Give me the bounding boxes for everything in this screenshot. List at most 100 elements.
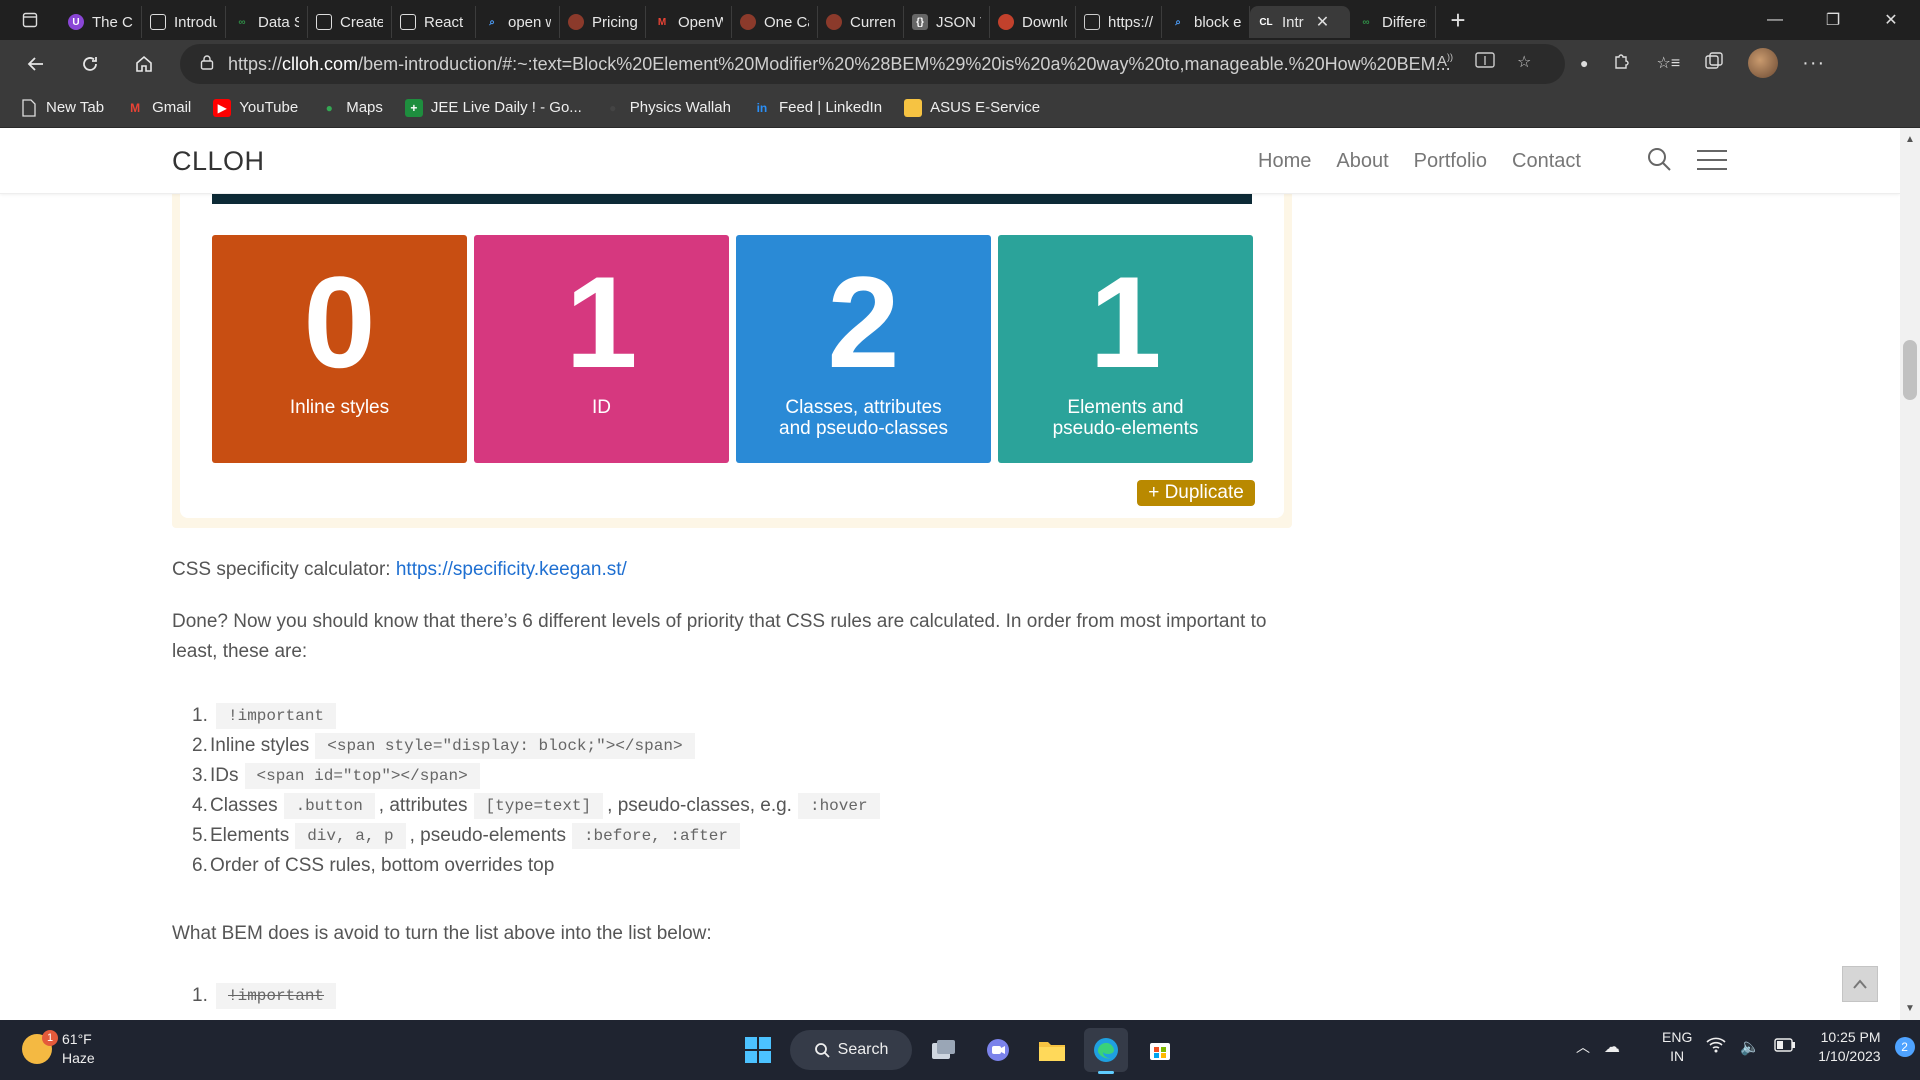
favorites-icon[interactable]: ☆≡ [1656,53,1680,73]
file-explorer-icon[interactable] [1030,1028,1074,1072]
bookmark-item[interactable]: ● Maps [320,99,383,117]
url-field[interactable]: https://clloh.com/bem-introduction/#:~:t… [180,44,1565,84]
duplicate-button[interactable]: + Duplicate [1137,480,1255,506]
list-item: 1. !important [192,981,340,1011]
taskbar-search-label: Search [837,1041,889,1058]
nav-home[interactable]: Home [1258,150,1311,173]
browser-tab[interactable]: ∞ Differen [1350,6,1436,38]
scroll-down-arrow-icon[interactable]: ▼ [1905,1003,1915,1014]
linkedin-icon: in [756,100,768,115]
microsoft-store-icon[interactable] [1138,1028,1182,1072]
bookmark-item[interactable]: New Tab [20,98,104,117]
page-scrollbar[interactable]: ▲ ▼ [1900,128,1920,1020]
start-icon[interactable] [736,1028,780,1072]
browser-tab[interactable]: Create a [308,6,392,38]
notification-badge[interactable]: 2 [1894,1037,1915,1057]
intro-paragraph: Done? Now you should know that there’s 6… [172,611,1267,662]
tab-actions-icon[interactable] [0,0,60,40]
specificity-value: 2 [827,249,900,395]
list-item: 4. Classes .button, attributes [type=text],… [192,791,884,821]
inline-code: !important [216,703,337,729]
onedrive-icon[interactable]: ☁ [1604,1037,1620,1057]
scroll-to-top-button[interactable] [1842,966,1878,1002]
add-favorite-icon[interactable]: ☆ [1517,52,1531,75]
language-indicator[interactable]: ENG IN [1662,1028,1692,1066]
browser-tab[interactable]: ⌕ open w [476,6,560,38]
specificity-label: Classes, attributes and pseudo-classes [746,397,981,439]
lock-icon[interactable] [200,54,214,75]
scrollbar-thumb[interactable] [1903,340,1917,400]
weather-badge: 1 [42,1030,58,1046]
browser-tab[interactable]: Downlo [990,6,1076,38]
browser-tab[interactable]: U The Con [60,6,142,38]
tab-label: Pricing [592,13,637,31]
hamburger-menu-icon[interactable] [1697,150,1727,177]
site-logo[interactable]: CLLOH [172,146,265,177]
weather-widget[interactable]: 1 61°F Haze [22,1030,95,1068]
wifi-icon[interactable] [1706,1037,1726,1058]
browser-tab[interactable]: {} JSON Vi [904,6,990,38]
bookmark-label: Physics Wallah [629,99,731,116]
immersive-reader-icon[interactable] [1475,52,1495,75]
task-view-icon[interactable] [922,1028,966,1072]
clock[interactable]: 10:25 PM 1/10/2023 [1818,1028,1880,1066]
battery-icon[interactable] [1774,1037,1796,1057]
bookmark-item[interactable]: ASUS E-Service [904,98,1041,117]
close-tab-icon[interactable]: ✕ [1316,12,1329,32]
bookmark-item[interactable]: in Feed | LinkedIn [753,99,882,117]
list-text: Classes [210,795,278,816]
browser-tab[interactable]: React - [392,6,476,38]
specificity-label-line: and pseudo-classes [779,418,948,439]
back-icon[interactable] [14,44,58,84]
inline-code: :before, :after [571,823,740,849]
browser-tab[interactable]: Pricing [560,6,646,38]
bookmark-item[interactable]: + JEE Live Daily ! - Go... [404,98,582,117]
nav-contact[interactable]: Contact [1512,150,1581,173]
collections-icon[interactable] [1704,51,1724,76]
browser-tab[interactable]: https:// [1076,6,1162,38]
specificity-card: 2 Classes, attributes and pseudo-classes [736,235,991,463]
specificity-label-line: Elements and [1067,397,1184,418]
teams-chat-icon[interactable] [976,1028,1020,1072]
tab-favicon-icon: CL [1259,16,1273,28]
extensions-icon[interactable] [1612,51,1632,76]
profile-avatar[interactable] [1748,48,1779,78]
restore-icon[interactable]: ❐ [1804,0,1862,40]
url-path: /bem-introduction/#:~:text=Block%20Eleme… [358,53,1451,74]
tab-list: U The Con Introduc ∞ Data Str Create a React -… [60,2,1436,38]
page-viewport: 0 Inline styles 1 ID 2 Classes, attributes and… [0,128,1900,1020]
list-item: 1. !important [192,701,884,731]
browser-tab[interactable]: CL Intr ✕ [1250,6,1350,38]
bookmark-item[interactable]: ● Physics Wallah [604,99,731,117]
taskbar-apps: Search [736,1028,1182,1074]
browser-tab[interactable]: One Cal [732,6,818,38]
calculator-link[interactable]: https://specificity.keegan.st/ [396,559,627,580]
browser-tab[interactable]: Current [818,6,904,38]
chevron-up-icon[interactable]: ︿ [1576,1037,1590,1057]
read-aloud-icon[interactable]: A)) [1437,52,1453,75]
browser-tab[interactable]: M OpenW [646,6,732,38]
new-tab-button[interactable]: + [1436,0,1480,40]
inline-code: [type=text] [473,793,604,819]
search-icon[interactable] [1646,146,1672,177]
browser-tab[interactable]: ∞ Data Str [226,6,308,38]
specificity-label: ID [484,397,719,418]
nav-portfolio[interactable]: Portfolio [1414,150,1487,173]
edge-browser-icon[interactable] [1084,1028,1128,1074]
close-window-icon[interactable]: ✕ [1862,0,1920,40]
reload-icon[interactable] [68,44,112,84]
bookmark-label: ASUS E-Service [930,99,1041,116]
browser-tab[interactable]: Introduc [142,6,226,38]
bookmark-item[interactable]: M Gmail [126,99,191,117]
bookmark-item[interactable]: ▶ YouTube [213,98,298,117]
windows-taskbar: 1 61°F Haze Search ︿ ☁ ENG IN 🔈 10:25 PM… [0,1020,1920,1080]
more-options-icon[interactable]: ··· [1802,52,1825,75]
browser-tab[interactable]: ⌕ block el [1162,6,1250,38]
scroll-up-arrow-icon[interactable]: ▲ [1905,134,1915,145]
home-icon[interactable] [122,44,166,84]
volume-icon[interactable]: 🔈 [1740,1037,1760,1057]
minimize-icon[interactable]: — [1746,0,1804,40]
taskbar-search[interactable]: Search [790,1030,912,1070]
nav-about[interactable]: About [1336,150,1388,173]
extension-mic-icon[interactable]: ● [1580,55,1588,71]
